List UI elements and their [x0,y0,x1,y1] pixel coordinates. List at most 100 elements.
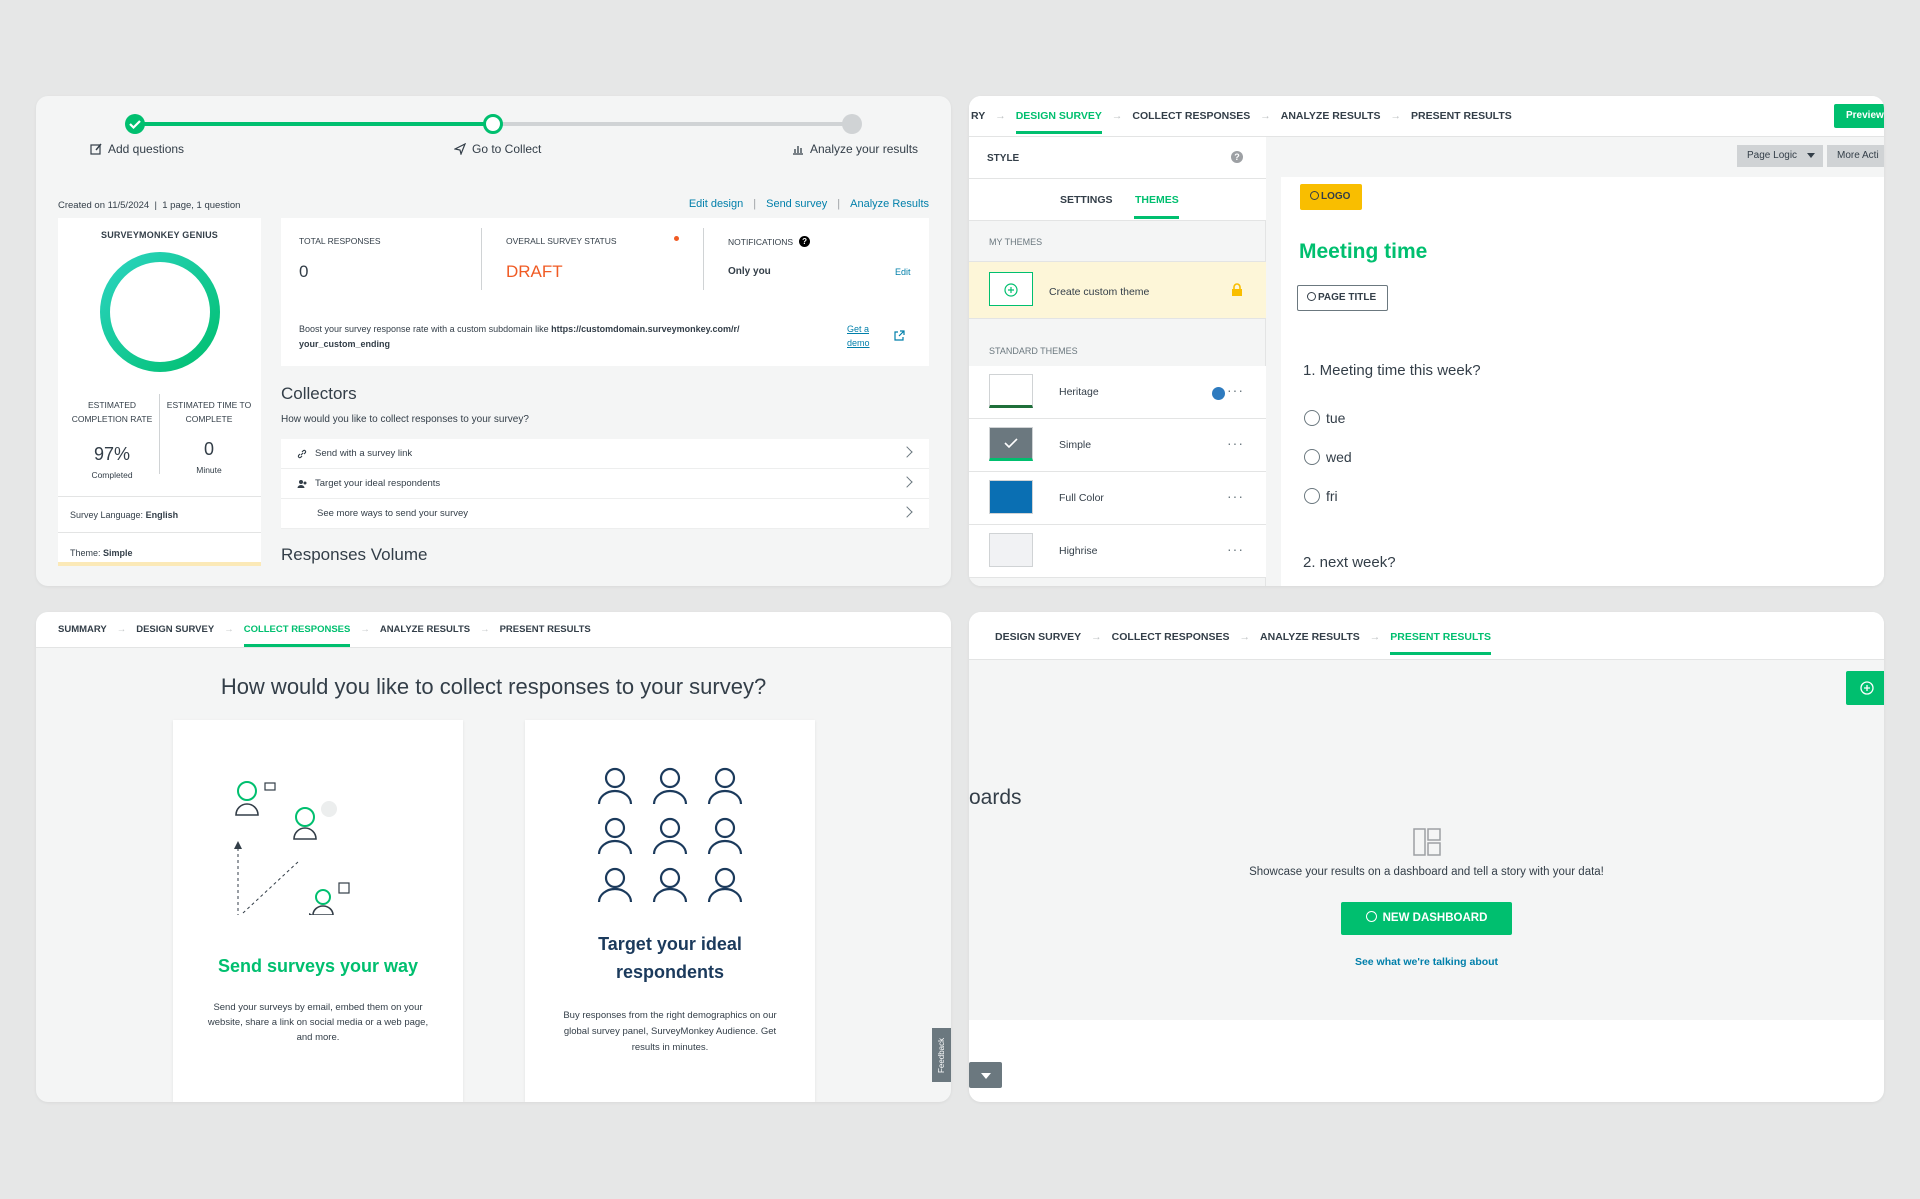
nav-analyze-results[interactable]: ANALYZE RESULTS [380,624,470,635]
chevron-right-icon [901,476,913,488]
theme-thumb [989,427,1033,461]
completion-value: 97% [93,444,131,464]
create-theme-row[interactable]: Create custom theme [969,261,1266,319]
step-analyze-results[interactable]: Analyze your results [792,142,918,156]
nav-design-survey[interactable]: DESIGN SURVEY [1015,110,1103,134]
edit-icon [90,143,102,155]
standard-themes-label: STANDARD THEMES [989,346,1078,356]
notifications-value: Only you [728,266,771,277]
new-dashboard-button[interactable]: NEW DASHBOARD [1341,902,1512,935]
status-dot-icon [674,236,679,241]
dashboard-message: Showcase your results on a dashboard and… [1249,866,1604,878]
page-logic-button[interactable]: Page Logic [1737,145,1823,167]
collector-more-row[interactable]: See more ways to send your survey [281,499,929,529]
genius-card: SURVEYMONKEY GENIUS ESTIMATED COMPLETION… [58,218,261,566]
collector-link-row[interactable]: Send with a survey link [281,439,929,469]
feedback-tab[interactable]: Feedback [932,1028,951,1082]
caret-down-icon [1807,153,1815,158]
collectors-title: Collectors [281,384,357,403]
help-icon[interactable]: ? [1231,151,1243,163]
more-icon[interactable]: ··· [1227,541,1244,557]
completion-ring [100,252,220,372]
nav-collect-responses[interactable]: COLLECT RESPONSES [1112,631,1230,643]
survey-meta: Created on 11/5/2024 | 1 page, 1 questio… [58,200,241,211]
survey-language: Survey Language: English [70,510,179,520]
option-tue[interactable]: tue [1304,410,1345,426]
nav-design-survey[interactable]: DESIGN SURVEY [995,631,1081,643]
collectors-subtitle: How would you like to collect responses … [281,414,529,425]
more-actions-button[interactable]: More Acti [1827,145,1884,167]
send-surveys-desc: Send your surveys by email, embed them o… [207,1002,429,1043]
boost-text: Boost your survey response rate with a c… [299,324,740,349]
nav-design-survey[interactable]: DESIGN SURVEY [136,624,214,635]
tab-themes[interactable]: THEMES [1135,194,1179,206]
add-circle-icon [1307,292,1316,301]
question-1[interactable]: 1. Meeting time this week? [1303,362,1481,379]
question-2[interactable]: 2. next week? [1303,554,1396,571]
external-link-icon[interactable] [894,330,905,341]
nav-present-results[interactable]: PRESENT RESULTS [1390,631,1491,655]
survey-status-value: DRAFT [506,262,563,281]
completion-unit: Completed [91,470,133,480]
notifications-label: NOTIFICATIONS ? [728,236,811,247]
collectors-section: Collectors How would you like to collect… [281,384,929,565]
responses-volume-title: Responses Volume [281,545,428,564]
option-wed[interactable]: wed [1304,449,1352,465]
nav-present-results[interactable]: PRESENT RESULTS [500,624,591,635]
nav-analyze-results[interactable]: ANALYZE RESULTS [1260,631,1360,643]
link-icon [297,449,307,458]
survey-title[interactable]: Meeting time [1299,240,1427,264]
step-done-icon [125,114,145,134]
nav-collect-responses[interactable]: COLLECT RESPONSES [243,624,350,647]
more-icon[interactable]: ··· [1227,382,1244,398]
caret-down-icon [981,1073,991,1079]
theme-highrise[interactable]: Highrise ··· [969,525,1266,578]
step-go-to-collect[interactable]: Go to Collect [454,142,541,156]
page-title-button[interactable]: PAGE TITLE [1297,285,1388,311]
summary-panel: Add questions Go to Collect Analyze your… [36,96,951,586]
notifications-edit-link[interactable]: Edit [895,267,911,277]
step-add-questions[interactable]: Add questions [90,142,184,156]
add-circle-icon [1310,191,1319,200]
more-icon[interactable]: ··· [1227,435,1244,451]
completion-label: ESTIMATED COMPLETION RATE [71,400,153,424]
nav-present-results[interactable]: PRESENT RESULTS [1411,110,1512,122]
theme-thumb [989,374,1033,408]
chevron-right-icon [901,446,913,458]
theme-heritage[interactable]: Heritage ··· [969,366,1266,419]
edit-design-link[interactable]: Edit design [689,198,743,210]
step-next-icon[interactable] [842,114,862,134]
nav-analyze-results[interactable]: ANALYZE RESULTS [1281,110,1381,122]
more-icon[interactable]: ··· [1227,488,1244,504]
theme-full-color[interactable]: Full Color ··· [969,472,1266,525]
get-demo-link[interactable]: Get a demo [847,322,870,350]
send-survey-link[interactable]: Send survey [766,198,827,210]
collect-nav: SUMMARY → DESIGN SURVEY → COLLECT RESPONSE… [58,624,591,647]
present-panel: DESIGN SURVEY → COLLECT RESPONSES → ANALYZ… [969,612,1884,1102]
see-what-link[interactable]: See what we're talking about [969,956,1884,968]
send-illustration-icon [234,781,350,915]
help-icon[interactable]: ? [799,236,811,247]
nav-summary[interactable]: SUMMARY [58,624,107,635]
logo-button[interactable]: LOGO [1300,184,1362,210]
option-fri[interactable]: fri [1304,488,1338,504]
present-nav: DESIGN SURVEY → COLLECT RESPONSES → ANALYZ… [995,631,1492,655]
send-surveys-card[interactable]: Send surveys your way Send your surveys … [173,720,463,1102]
add-dashboard-button[interactable] [1846,671,1884,705]
total-responses-label: TOTAL RESPONSES [299,236,381,246]
tab-settings[interactable]: SETTINGS [1060,194,1113,206]
step-current-icon[interactable] [483,114,503,134]
chevron-right-icon [901,506,913,518]
add-circle-icon [1860,681,1874,695]
nav-summary[interactable]: RY [971,110,985,122]
nav-collect-responses[interactable]: COLLECT RESPONSES [1132,110,1250,122]
target-respondents-card[interactable]: Target your ideal respondents Buy respon… [525,720,815,1102]
chart-icon [793,146,803,155]
analyze-results-link[interactable]: Analyze Results [850,198,929,210]
theme-simple[interactable]: Simple ··· [969,419,1266,472]
accessibility-icon [1212,387,1225,400]
dropdown-toggle[interactable] [969,1062,1002,1088]
preview-button[interactable]: Preview [1834,104,1884,128]
stats-box: TOTAL RESPONSES 0 OVERALL SURVEY STATUS … [281,218,929,366]
collector-target-row[interactable]: Target your ideal respondents [281,469,929,499]
